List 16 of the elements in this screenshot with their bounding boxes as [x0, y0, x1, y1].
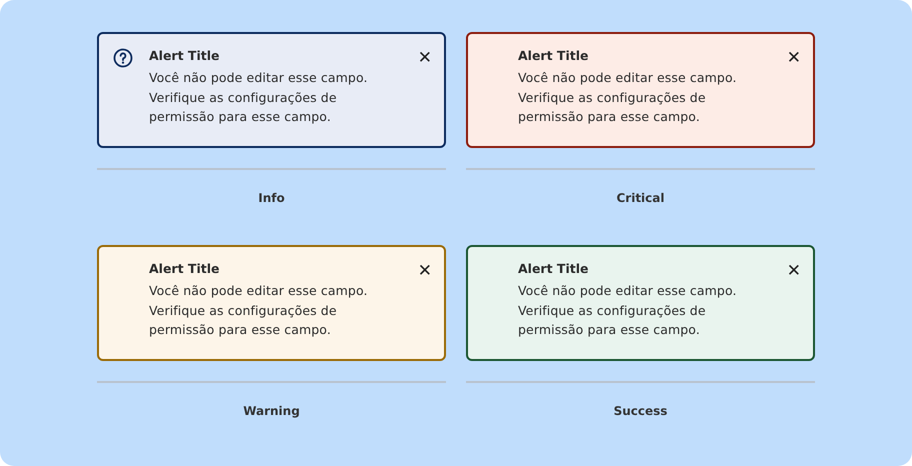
- alert-message: Você não pode editar esse campo. Verifique as configurações de permissão para esse campo.: [518, 282, 738, 339]
- alert-message: Você não pode editar esse campo. Verifique as configurações de permissão para esse campo.: [149, 69, 369, 126]
- alert-message: Você não pode editar esse campo. Verifique as configurações de permissão para esse campo.: [149, 282, 369, 339]
- alert-title: Alert Title: [518, 48, 590, 64]
- alert-title: Alert Title: [149, 261, 220, 277]
- close-button[interactable]: ✕: [786, 261, 801, 281]
- variant-caption: Warning: [242, 404, 301, 418]
- alert-title: Alert Title: [149, 48, 220, 64]
- variant-caption: Success: [612, 404, 668, 418]
- variant-caption: Critical: [615, 191, 666, 205]
- close-button[interactable]: ✕: [786, 48, 801, 68]
- close-button[interactable]: ✕: [418, 48, 432, 68]
- alert-message: Você não pode editar esse campo. Verifique as configurações de permissão para esse campo.: [518, 69, 738, 126]
- alert-title: Alert Title: [518, 261, 590, 277]
- variant-caption: Info: [257, 191, 286, 205]
- close-button[interactable]: ✕: [418, 261, 432, 281]
